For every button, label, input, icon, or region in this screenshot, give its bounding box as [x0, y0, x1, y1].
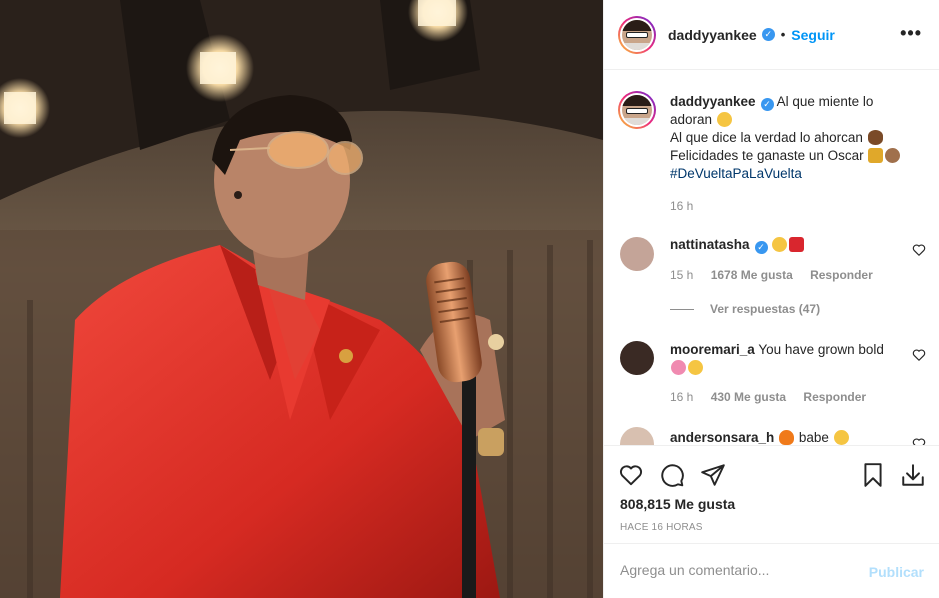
- comment-username[interactable]: mooremari_a: [670, 342, 755, 357]
- comment-item: andersonsara_h babe: [618, 427, 928, 445]
- caption-line-2: Al que dice la verdad lo ahorcan: [670, 130, 863, 145]
- comment-like-heart-icon[interactable]: [912, 243, 926, 257]
- share-icon[interactable]: [700, 462, 726, 488]
- verified-badge-icon: ✓: [760, 98, 774, 111]
- follow-button[interactable]: Seguir: [791, 27, 835, 43]
- replies-divider-line: [670, 308, 694, 310]
- trophy-emoji-icon: [868, 148, 884, 163]
- fire-emoji-icon: [779, 430, 795, 445]
- comment-icon[interactable]: [659, 462, 685, 488]
- comment-like-heart-icon[interactable]: [912, 348, 926, 362]
- comment-username[interactable]: nattinatasha: [670, 237, 750, 252]
- caption-time: 16 h: [670, 199, 694, 213]
- add-comment-bar: Publicar: [604, 543, 939, 598]
- instagram-post: daddyyankee ✓ • Seguir ••• daddyyankee ✓ …: [0, 0, 939, 598]
- comment-item: mooremari_a You have grown bold 16 h 430…: [618, 341, 928, 411]
- caption-line-3: Felicidades te ganaste un Oscar: [670, 148, 864, 163]
- comment-time: 16 h: [670, 390, 694, 404]
- comment-text: andersonsara_h babe: [670, 429, 900, 445]
- post-timestamp: HACE 16 HORAS: [620, 522, 703, 533]
- caption-avatar[interactable]: [618, 91, 656, 129]
- caption-text: daddyyankee ✓ Al que miente lo adoran Al …: [670, 93, 910, 183]
- heart-icon[interactable]: [618, 462, 644, 488]
- comment-username[interactable]: andersonsara_h: [670, 430, 774, 445]
- author-avatar[interactable]: [618, 15, 656, 54]
- comment-input[interactable]: [620, 562, 850, 578]
- more-options-icon[interactable]: •••: [900, 24, 922, 42]
- comment-likes[interactable]: 430 Me gusta: [711, 390, 786, 404]
- comment-text: nattinatasha ✓: [670, 236, 900, 254]
- comment-meta: 16 h 430 Me gusta Responder: [670, 390, 880, 404]
- caption-username[interactable]: daddyyankee: [670, 94, 756, 109]
- commenter-avatar[interactable]: [620, 237, 654, 271]
- publish-button[interactable]: Publicar: [869, 564, 924, 580]
- separator-dot: •: [780, 27, 786, 42]
- comment-likes[interactable]: 1678 Me gusta: [711, 268, 793, 282]
- view-replies-button[interactable]: Ver respuestas (47): [670, 302, 820, 316]
- post-photo[interactable]: [0, 0, 603, 598]
- caption-hashtag[interactable]: #DeVueltaPaLaVuelta: [670, 166, 802, 181]
- clapping-emoji-icon: [885, 148, 901, 163]
- download-icon[interactable]: [900, 462, 926, 488]
- caption: daddyyankee ✓ Al que miente lo adoran Al …: [618, 91, 928, 241]
- post-details-panel: daddyyankee ✓ • Seguir ••• daddyyankee ✓ …: [603, 0, 939, 598]
- smiling-face-emoji-icon: [688, 360, 703, 375]
- reply-button[interactable]: Responder: [803, 390, 866, 404]
- commenter-avatar[interactable]: [620, 341, 654, 375]
- comment-like-heart-icon[interactable]: [912, 437, 926, 445]
- red-heart-emoji-icon: [789, 237, 805, 252]
- verified-badge-icon: ✓: [761, 28, 775, 41]
- comment-meta: 15 h 1678 Me gusta Responder: [670, 268, 887, 282]
- football-emoji-icon: [867, 130, 883, 145]
- verified-badge-icon: ✓: [754, 241, 768, 254]
- bookmark-icon[interactable]: [860, 462, 886, 488]
- comment-body: You have grown bold: [758, 342, 884, 357]
- flower-emoji-icon: [671, 360, 686, 375]
- photo-illustration: [0, 0, 603, 598]
- comment-body: babe: [798, 430, 829, 445]
- crown-face-emoji-icon: [772, 237, 788, 252]
- grinning-emoji-icon: [716, 112, 732, 127]
- reply-button[interactable]: Responder: [810, 268, 873, 282]
- post-header: daddyyankee ✓ • Seguir •••: [604, 0, 939, 70]
- comments-list: daddyyankee ✓ Al que miente lo adoran Al …: [604, 71, 939, 445]
- commenter-avatar[interactable]: [620, 427, 654, 445]
- like-count[interactable]: 808,815 Me gusta: [620, 496, 735, 512]
- comment-time: 15 h: [670, 268, 694, 282]
- post-actions: 808,815 Me gusta HACE 16 HORAS: [604, 445, 939, 543]
- author-username[interactable]: daddyyankee: [668, 27, 757, 43]
- view-replies-label: Ver respuestas (47): [710, 302, 821, 316]
- heart-eyes-emoji-icon: [833, 430, 849, 445]
- comment-text: mooremari_a You have grown bold: [670, 341, 900, 377]
